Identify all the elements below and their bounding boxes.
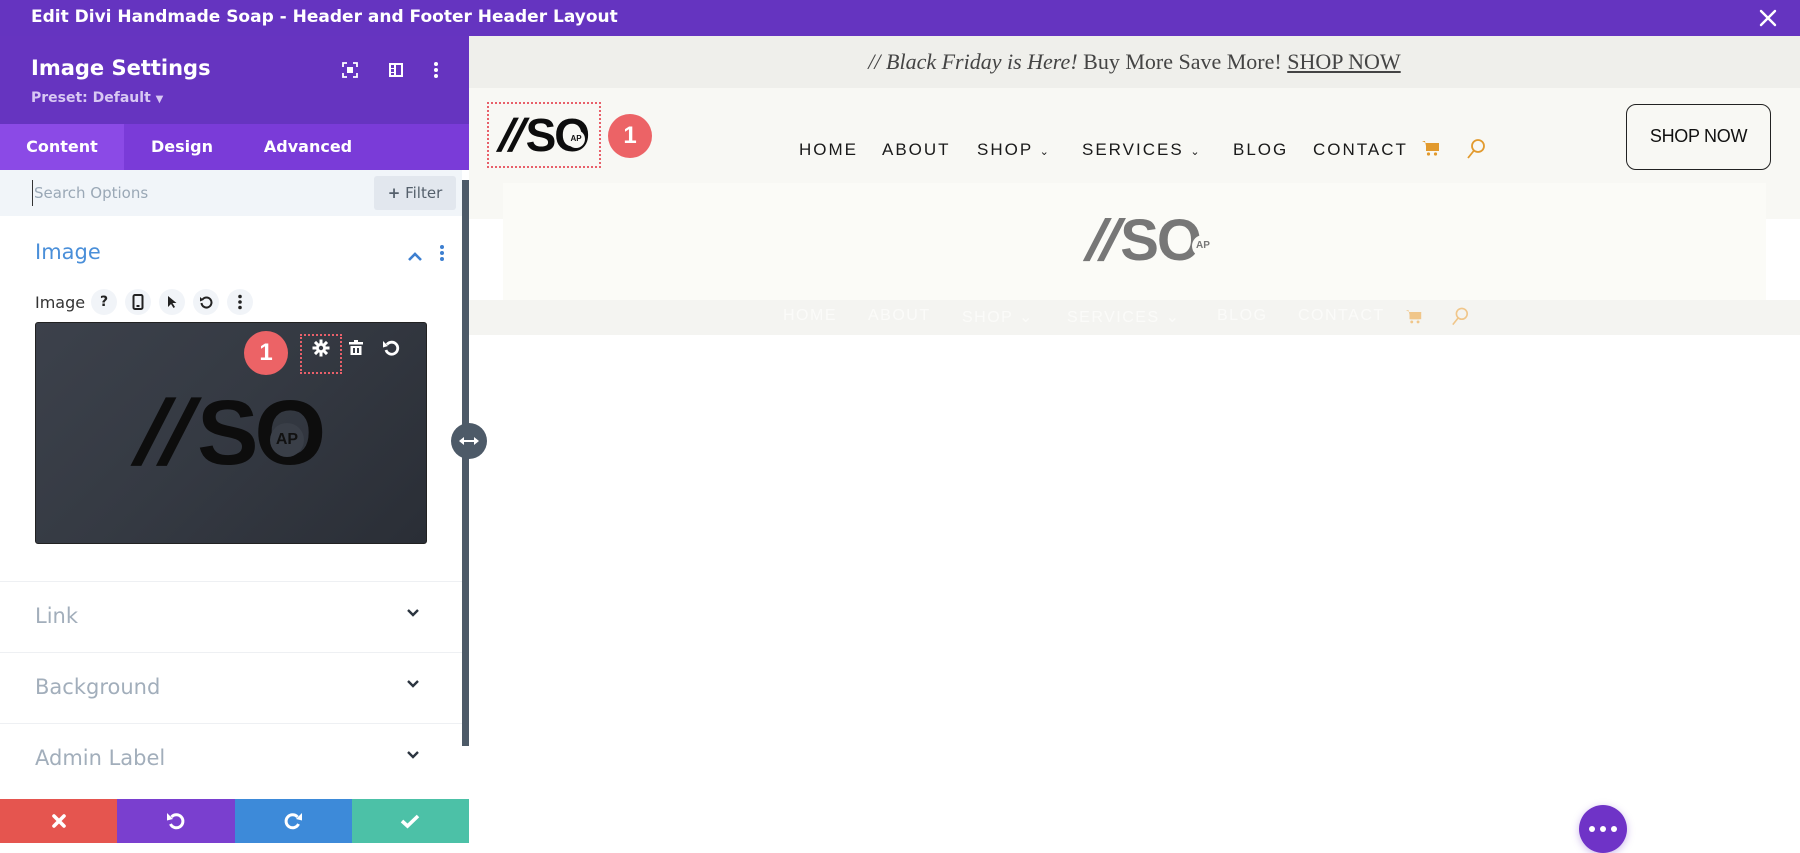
chevron-down-icon: ⌄ (1039, 146, 1051, 158)
callout-badge: 1 (608, 114, 652, 158)
field-more-icon[interactable] (227, 289, 253, 315)
logo-ap-badge: AP (567, 130, 585, 148)
dot (1600, 826, 1606, 832)
save-button[interactable] (351, 799, 469, 843)
fullscreen-icon[interactable] (340, 60, 362, 82)
nav2-services-label: SERVICES (1067, 309, 1160, 326)
filter-label: Filter (405, 184, 443, 202)
logo-text: SO (1120, 208, 1202, 273)
background-section[interactable]: Background (0, 652, 462, 723)
logo-image: //SO (1078, 207, 1202, 274)
settings-panel: Image Settings Preset: Default ▼ Content… (0, 36, 469, 843)
nav2-shop[interactable]: SHOP ⌄ (962, 307, 1034, 327)
image-section-title[interactable]: Image (35, 240, 101, 264)
plus-icon: + (387, 184, 401, 202)
delete-icon[interactable] (343, 339, 369, 365)
nav2-services[interactable]: SERVICES ⌄ (1067, 307, 1180, 327)
undo-icon (166, 813, 185, 830)
image-field-label: Image (35, 293, 86, 312)
page-settings-fab[interactable] (1579, 805, 1627, 853)
cart-icon[interactable] (1421, 139, 1441, 162)
logo-slashes: // (123, 382, 208, 484)
chevron-down-icon: ⌄ (1190, 146, 1202, 158)
nav-about[interactable]: ABOUT (882, 140, 951, 160)
tab-content[interactable]: Content (0, 124, 124, 170)
nav-blog[interactable]: BLOG (1233, 140, 1288, 160)
page-preview: // Black Friday is Here! Buy More Save M… (469, 36, 1800, 853)
window-titlebar: Edit Divi Handmade Soap - Header and Foo… (0, 0, 1800, 36)
logo-ap-badge: AP (1192, 235, 1214, 257)
link-section[interactable]: Link (0, 581, 462, 652)
nav2-blog[interactable]: BLOG (1217, 307, 1267, 325)
check-icon (401, 814, 420, 829)
section-more-icon[interactable] (438, 244, 446, 266)
logo-text: SO (197, 382, 326, 484)
chevron-up-icon[interactable] (407, 248, 423, 267)
filter-button[interactable]: + Filter (374, 176, 456, 210)
nav-shop-label: SHOP (977, 140, 1033, 159)
background-section-label: Background (35, 675, 161, 699)
search-icon[interactable] (1451, 306, 1469, 332)
callout-badge: 1 (244, 331, 288, 375)
search-options-input[interactable] (32, 180, 362, 206)
responsive-icon[interactable] (125, 289, 151, 315)
promo-italic-text: // Black Friday is Here! (868, 49, 1078, 74)
close-icon (51, 814, 66, 828)
more-vertical-icon[interactable] (426, 60, 448, 82)
admin-label-section-label: Admin Label (35, 746, 166, 770)
panel-resize-handle[interactable] (451, 423, 487, 459)
shop-now-button[interactable]: SHOP NOW (1626, 104, 1771, 170)
panel-title: Image Settings (31, 56, 211, 80)
resize-arrows-icon (459, 437, 479, 445)
undo-icon[interactable] (378, 339, 404, 365)
nav-services[interactable]: SERVICES ⌄ (1082, 140, 1202, 160)
window-title: Edit Divi Handmade Soap - Header and Foo… (31, 7, 618, 27)
nav-services-label: SERVICES (1082, 140, 1184, 159)
admin-label-section[interactable]: Admin Label (0, 723, 462, 799)
dot (1611, 826, 1617, 832)
nav2-shop-label: SHOP (962, 309, 1014, 326)
dot (1589, 826, 1595, 832)
hover-icon[interactable] (159, 289, 185, 315)
promo-text: Buy More Save More! (1077, 49, 1288, 74)
panel-tabs: Content Design Advanced (0, 124, 469, 170)
chevron-down-icon (407, 680, 419, 688)
tab-design[interactable]: Design (124, 124, 240, 170)
secondary-nav: HOME ABOUT SHOP ⌄ SERVICES ⌄ BLOG CONTAC… (469, 300, 1800, 335)
nav-contact[interactable]: CONTACT (1313, 140, 1408, 160)
panel-header: Image Settings Preset: Default ▼ (0, 36, 469, 124)
caret-down-icon: ▼ (155, 94, 164, 105)
promo-bar: // Black Friday is Here! Buy More Save M… (469, 36, 1800, 88)
promo-shop-now-link[interactable]: SHOP NOW (1287, 49, 1400, 74)
redo-button[interactable] (234, 799, 352, 843)
nav-home[interactable]: HOME (799, 140, 858, 160)
tab-advanced[interactable]: Advanced (240, 124, 376, 170)
help-icon[interactable]: ? (91, 289, 117, 315)
panel-scrollbar[interactable] (462, 180, 469, 746)
search-icon[interactable] (1466, 138, 1486, 165)
preset-dropdown[interactable]: Preset: Default ▼ (31, 90, 163, 106)
logo-ap-badge: AP (270, 423, 304, 457)
search-bar: + Filter (0, 170, 462, 216)
nav-shop[interactable]: SHOP ⌄ (977, 140, 1051, 160)
image-upload-preview[interactable]: //SO AP 1 (35, 322, 427, 544)
chevron-down-icon (407, 609, 419, 617)
link-section-label: Link (35, 604, 79, 628)
discard-button[interactable] (0, 799, 118, 843)
chevron-down-icon (407, 751, 419, 759)
undo-button[interactable] (117, 799, 235, 843)
nav2-about[interactable]: ABOUT (868, 307, 931, 325)
split-view-icon[interactable] (386, 60, 408, 82)
nav2-home[interactable]: HOME (783, 307, 837, 325)
redo-icon (284, 813, 303, 830)
reset-icon[interactable] (193, 289, 219, 315)
nav2-contact[interactable]: CONTACT (1298, 307, 1385, 325)
header-logo[interactable]: //SO AP (487, 102, 601, 168)
cart-icon[interactable] (1405, 308, 1423, 330)
close-icon[interactable] (1756, 6, 1780, 30)
preset-label: Preset: Default (31, 90, 151, 106)
settings-icon[interactable] (308, 339, 334, 365)
